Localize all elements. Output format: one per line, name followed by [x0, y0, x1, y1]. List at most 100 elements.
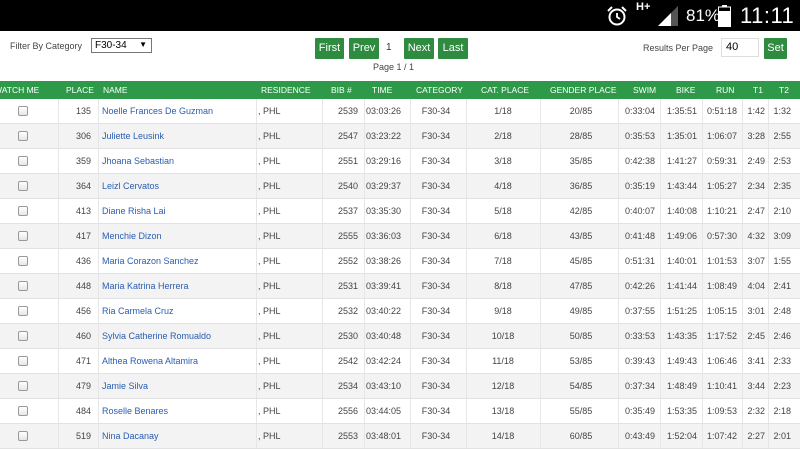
category-filter-select[interactable]: F30-34 ▼ [91, 38, 152, 53]
watch-me-checkbox[interactable] [18, 256, 28, 266]
cell-category: F30-34 [421, 106, 451, 116]
column-divider [410, 299, 411, 323]
header-gender-place[interactable]: GENDER PLACE [550, 85, 617, 95]
cell-bib: 2531 [337, 281, 358, 291]
cell-name[interactable]: Jhoana Sebastian [102, 156, 252, 166]
header-bike[interactable]: BIKE [676, 85, 695, 95]
cell-name[interactable]: Maria Katrina Herrera [102, 281, 252, 291]
cell-category: F30-34 [421, 406, 451, 416]
header-watch[interactable]: WATCH ME [0, 85, 39, 95]
cell-bike: 1:51:25 [666, 306, 697, 316]
header-bib[interactable]: BIB # [331, 85, 352, 95]
cell-name[interactable]: Menchie Dizon [102, 231, 252, 241]
cell-bike: 1:41:44 [666, 281, 697, 291]
column-divider [466, 274, 467, 298]
cell-bike: 1:49:06 [666, 231, 697, 241]
cell-name[interactable]: Nina Dacanay [102, 431, 252, 441]
cell-swim: 0:35:19 [624, 181, 655, 191]
column-divider [256, 124, 257, 148]
watch-me-checkbox[interactable] [18, 181, 28, 191]
cell-t1: 2:34 [747, 181, 765, 191]
cell-residence: , PHL [258, 156, 281, 166]
watch-me-checkbox[interactable] [18, 306, 28, 316]
cell-swim: 0:33:53 [624, 331, 655, 341]
cell-gender-place: 49/85 [569, 306, 593, 316]
cell-t2: 2:01 [773, 431, 791, 441]
column-divider [98, 174, 99, 198]
column-divider [410, 99, 411, 123]
cell-name[interactable]: Jamie Silva [102, 381, 252, 391]
column-divider [466, 149, 467, 173]
cell-name[interactable]: Noelle Frances De Guzman [102, 106, 252, 116]
column-divider [322, 299, 323, 323]
watch-me-checkbox[interactable] [18, 231, 28, 241]
cell-run: 0:57:30 [706, 231, 737, 241]
cell-place: 448 [75, 281, 91, 291]
cell-bib: 2540 [337, 181, 358, 191]
cell-residence: , PHL [258, 431, 281, 441]
watch-me-checkbox[interactable] [18, 431, 28, 441]
cell-name[interactable]: Roselle Benares [102, 406, 252, 416]
cell-residence: , PHL [258, 106, 281, 116]
column-divider [540, 424, 541, 448]
prev-page-button[interactable]: Prev [349, 38, 379, 59]
watch-me-checkbox[interactable] [18, 381, 28, 391]
column-divider [540, 249, 541, 273]
watch-me-checkbox[interactable] [18, 356, 28, 366]
cell-run: 1:09:53 [706, 406, 737, 416]
first-page-button[interactable]: First [315, 38, 344, 59]
cell-bib: 2555 [337, 231, 358, 241]
cell-run: 1:10:41 [706, 381, 737, 391]
header-residence[interactable]: RESIDENCE [261, 85, 311, 95]
watch-me-checkbox[interactable] [18, 131, 28, 141]
cell-bike: 1:40:08 [666, 206, 697, 216]
cell-name[interactable]: Althea Rowena Altamira [102, 356, 252, 366]
cell-name[interactable]: Maria Corazon Sanchez [102, 256, 252, 266]
cell-name[interactable]: Diane Risha Lai [102, 206, 252, 216]
watch-me-checkbox[interactable] [18, 156, 28, 166]
cell-t2: 2:35 [773, 181, 791, 191]
header-name[interactable]: NAME [103, 85, 128, 95]
watch-me-checkbox[interactable] [18, 331, 28, 341]
cell-t2: 2:23 [773, 381, 791, 391]
header-category[interactable]: CATEGORY [416, 85, 463, 95]
header-cat-place[interactable]: CAT. PLACE [481, 85, 529, 95]
watch-me-checkbox[interactable] [18, 406, 28, 416]
cell-name[interactable]: Sylvia Catherine Romualdo [102, 331, 252, 341]
watch-me-checkbox[interactable] [18, 206, 28, 216]
cell-category: F30-34 [421, 231, 451, 241]
column-divider [322, 124, 323, 148]
header-t2[interactable]: T2 [779, 85, 789, 95]
header-swim[interactable]: SWIM [633, 85, 656, 95]
cell-run: 1:06:07 [706, 131, 737, 141]
cell-time: 03:44:05 [365, 406, 401, 416]
header-place[interactable]: PLACE [66, 85, 94, 95]
cell-run: 0:59:31 [706, 156, 737, 166]
cell-name[interactable]: Ria Carmela Cruz [102, 306, 252, 316]
table-row: 471 Althea Rowena Altamira , PHL 2542 03:42:… [0, 349, 800, 374]
cell-t2: 2:18 [773, 406, 791, 416]
watch-me-checkbox[interactable] [18, 106, 28, 116]
header-time[interactable]: TIME [372, 85, 392, 95]
column-divider [256, 349, 257, 373]
table-row: 306 Juliette Leusink , PHL 2547 03:23:22 F30-… [0, 124, 800, 149]
next-page-button[interactable]: Next [404, 38, 434, 59]
cell-swim: 0:37:34 [624, 381, 655, 391]
cell-t2: 2:41 [773, 281, 791, 291]
set-results-button[interactable]: Set [764, 38, 787, 59]
cell-name[interactable]: Juliette Leusink [102, 131, 252, 141]
header-run[interactable]: RUN [716, 85, 734, 95]
column-divider [410, 399, 411, 423]
column-divider [322, 99, 323, 123]
cell-name[interactable]: Leizl Cervatos [102, 181, 252, 191]
current-page-number[interactable]: 1 [386, 42, 392, 53]
column-divider [256, 99, 257, 123]
results-per-page-input[interactable]: 40 [721, 38, 759, 57]
last-page-button[interactable]: Last [438, 38, 468, 59]
cell-cat-place: 12/18 [491, 381, 515, 391]
cell-run: 1:10:21 [706, 206, 737, 216]
header-t1[interactable]: T1 [753, 85, 763, 95]
watch-me-checkbox[interactable] [18, 281, 28, 291]
cell-bike: 1:35:51 [666, 106, 697, 116]
column-divider [256, 299, 257, 323]
